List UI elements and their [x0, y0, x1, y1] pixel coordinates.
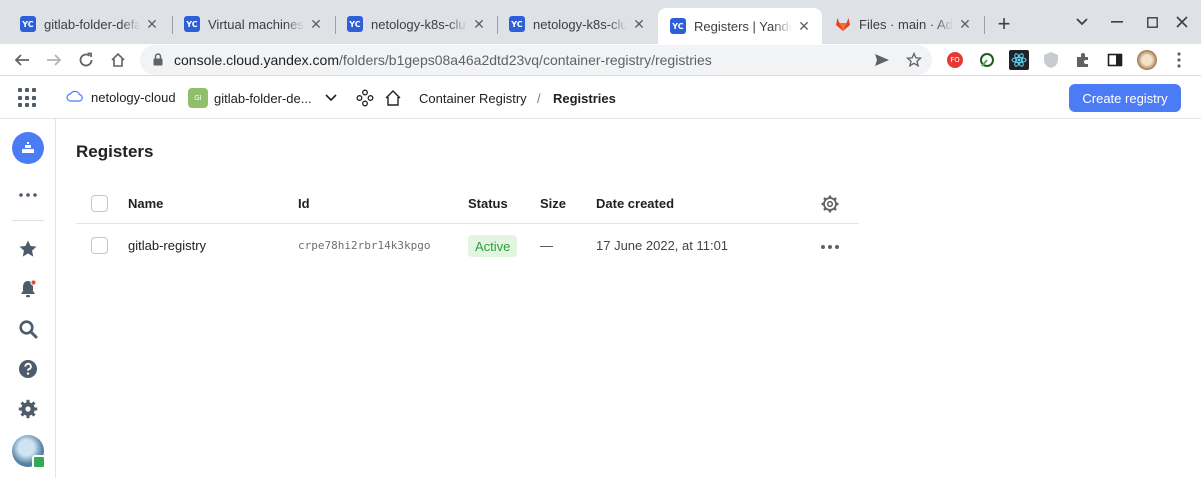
browser-tab-strip: YC gitlab-folder-default ✕ YC Virtual ma…: [0, 0, 1201, 44]
shield-extension-icon[interactable]: [1040, 49, 1062, 71]
cloud-selector[interactable]: netology-cloud: [66, 90, 176, 105]
browser-menu-icon[interactable]: [1168, 49, 1190, 71]
table-header-row: Name Id Status Size Date created: [76, 183, 859, 224]
extension-leaf-icon[interactable]: [976, 49, 998, 71]
cloud-icon: [66, 90, 84, 105]
yandex-cloud-favicon-icon: YC: [509, 16, 525, 32]
column-header-status[interactable]: Status: [468, 196, 508, 211]
side-panel-icon[interactable]: [1104, 49, 1126, 71]
address-bar[interactable]: console.cloud.yandex.com/folders/b1geps0…: [140, 45, 932, 75]
extension-fo-icon[interactable]: FO: [944, 49, 966, 71]
column-header-id[interactable]: Id: [298, 196, 310, 211]
new-tab-plus-icon[interactable]: +: [992, 11, 1016, 36]
close-window-icon[interactable]: [1172, 12, 1192, 32]
tab-title: Files · main · Admin: [859, 16, 953, 32]
reload-icon[interactable]: [74, 48, 98, 72]
folder-avatar: GI: [188, 88, 208, 108]
tab-search-chevron-icon[interactable]: [1072, 12, 1092, 32]
column-header-name[interactable]: Name: [128, 196, 163, 211]
status-badge: Active: [468, 235, 518, 257]
search-icon[interactable]: [14, 315, 42, 343]
registry-name-link[interactable]: gitlab-registry: [128, 238, 206, 253]
breadcrumb-current-page: Registries: [553, 91, 616, 106]
minimize-window-icon[interactable]: [1107, 12, 1127, 32]
services-grid-icon[interactable]: [18, 88, 38, 108]
react-devtools-icon[interactable]: [1008, 49, 1030, 71]
tab-title: Registers | Yandex: [694, 18, 792, 34]
tab-title: netology-k8s-cluster: [533, 16, 627, 32]
bookmark-star-icon[interactable]: [904, 50, 924, 70]
page-title: Registers: [76, 142, 154, 161]
more-services-icon[interactable]: [14, 181, 42, 209]
account-status-badge: [32, 455, 46, 469]
browser-toolbar: console.cloud.yandex.com/folders/b1geps0…: [0, 44, 1201, 76]
home-icon[interactable]: [106, 48, 130, 72]
select-all-checkbox[interactable]: [91, 195, 108, 212]
breadcrumb-separator: /: [537, 91, 541, 106]
registry-date-created: 17 June 2022, at 11:01: [596, 238, 729, 253]
browser-tab[interactable]: YC gitlab-folder-default ✕: [8, 8, 170, 40]
container-registry-service-icon[interactable]: [12, 132, 44, 164]
profile-avatar[interactable]: [1136, 49, 1158, 71]
extensions-puzzle-icon[interactable]: [1072, 49, 1094, 71]
table-settings-gear-icon[interactable]: [820, 194, 840, 214]
table-row[interactable]: gitlab-registry crpe78hi2rbr14k3kpgo Act…: [76, 225, 859, 267]
home-icon[interactable]: [383, 88, 403, 108]
console-header: netology-cloud GI gitlab-folder-de... Co…: [0, 77, 1201, 119]
registry-id: crpe78hi2rbr14k3kpgo: [298, 239, 431, 252]
left-sidebar: [0, 119, 56, 478]
browser-tab[interactable]: Files · main · Admin ✕: [823, 8, 983, 40]
service-switcher-icon[interactable]: [355, 88, 375, 108]
browser-tab[interactable]: YC netology-k8s-cluster ✕: [335, 8, 497, 40]
url-text: console.cloud.yandex.com/folders/b1geps0…: [174, 52, 712, 68]
chevron-down-icon[interactable]: [321, 88, 341, 108]
tab-title: netology-k8s-cluster: [371, 16, 467, 32]
yandex-cloud-favicon-icon: YC: [20, 16, 36, 32]
tab-divider: [984, 16, 985, 34]
settings-gear-icon[interactable]: [14, 395, 42, 423]
tab-title: gitlab-folder-default: [44, 16, 140, 32]
lock-icon[interactable]: [153, 53, 163, 66]
browser-tab[interactable]: YC netology-k8s-cluster ✕: [497, 8, 657, 40]
close-tab-icon[interactable]: ✕: [796, 18, 812, 34]
yandex-cloud-favicon-icon: YC: [184, 16, 200, 32]
tab-title: Virtual machines: [208, 16, 304, 32]
gitlab-icon: [835, 16, 851, 32]
send-tab-icon[interactable]: [872, 50, 892, 70]
column-header-date-created[interactable]: Date created: [596, 196, 674, 211]
row-checkbox[interactable]: [91, 237, 108, 254]
extension-badge-text: FO: [947, 52, 963, 68]
row-actions-menu-icon[interactable]: [820, 237, 840, 257]
favorites-star-icon[interactable]: [14, 235, 42, 263]
close-tab-icon[interactable]: ✕: [957, 16, 973, 32]
maximize-window-icon[interactable]: [1142, 12, 1162, 32]
help-icon[interactable]: [14, 355, 42, 383]
notifications-bell-icon[interactable]: [14, 275, 42, 303]
breadcrumb-container-registry[interactable]: Container Registry: [419, 91, 527, 106]
browser-tab-active[interactable]: YC Registers | Yandex ✕: [658, 8, 822, 44]
browser-tab[interactable]: YC Virtual machines ✕: [172, 8, 334, 40]
close-tab-icon[interactable]: ✕: [308, 16, 324, 32]
cloud-name: netology-cloud: [91, 90, 176, 105]
close-tab-icon[interactable]: ✕: [144, 16, 160, 32]
column-header-size[interactable]: Size: [540, 196, 566, 211]
close-tab-icon[interactable]: ✕: [471, 16, 487, 32]
create-registry-button[interactable]: Create registry: [1069, 84, 1181, 112]
yandex-cloud-favicon-icon: YC: [347, 16, 363, 32]
folder-selector[interactable]: gitlab-folder-de...: [214, 91, 312, 106]
yandex-cloud-favicon-icon: YC: [670, 18, 686, 34]
close-tab-icon[interactable]: ✕: [631, 16, 647, 32]
registry-size: —: [540, 238, 553, 253]
back-arrow-icon[interactable]: [10, 48, 34, 72]
sidebar-divider: [12, 220, 44, 221]
forward-arrow-icon[interactable]: [42, 48, 66, 72]
